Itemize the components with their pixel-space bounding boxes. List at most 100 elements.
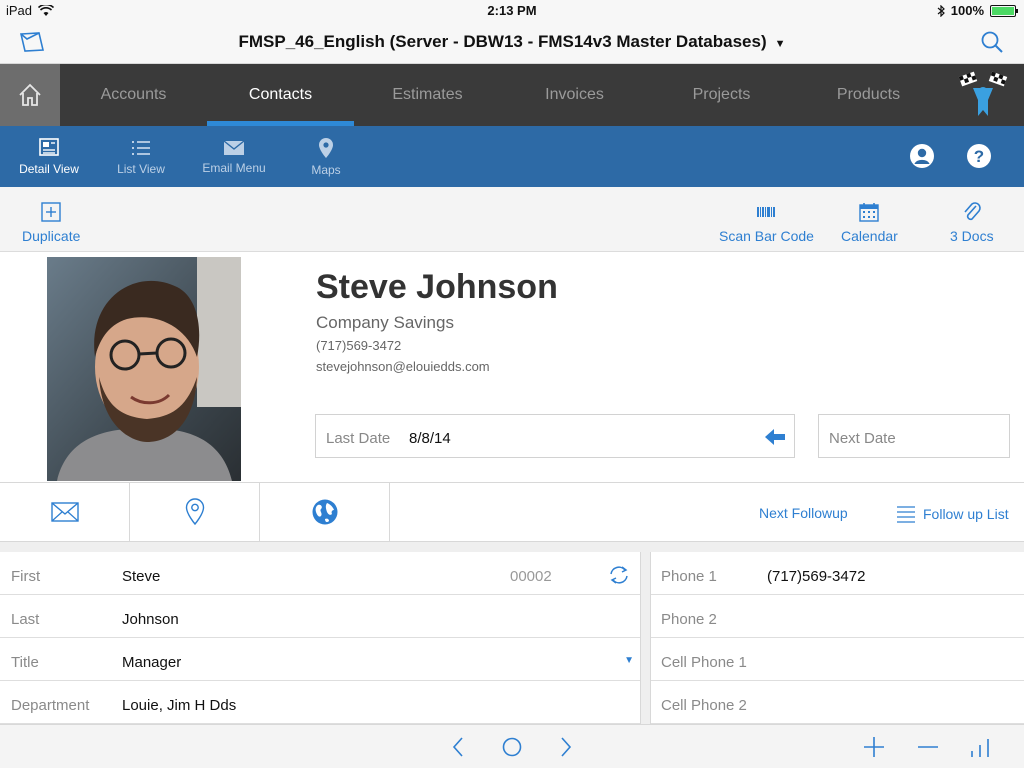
field-value[interactable]: Manager [122,654,181,671]
phone-1-field[interactable]: Phone 1 (717)569-3472 [651,552,1024,595]
chevron-down-icon: ▼ [774,38,786,50]
last-date-label: Last Date [326,430,391,447]
globe-icon [312,499,337,525]
calendar-label: Calendar [841,228,898,244]
bottom-toolbar [0,724,1024,768]
database-title: FMSP_46_English (Server - DBW13 - FMS14v… [238,32,767,51]
duplicate-button[interactable]: Duplicate [22,201,80,244]
next-record-icon[interactable] [558,735,574,764]
followup-list-button[interactable]: Follow up List [897,505,1009,523]
previous-record-icon[interactable] [450,735,466,764]
map-pin-icon [319,137,333,158]
tab-products[interactable]: Products [795,64,942,126]
detail-view-button[interactable]: Detail View [4,126,94,187]
home-icon [19,83,41,106]
department-field[interactable]: Department Louie, Jim H Dds [0,680,640,724]
refresh-icon[interactable] [608,565,630,590]
search-icon[interactable] [980,30,1004,59]
paperclip-icon [964,202,981,221]
docs-button[interactable]: 3 Docs [950,201,994,244]
home-button[interactable] [0,64,60,126]
name-fields-panel: First Steve 00002 Last Johnson Title Man… [0,552,641,724]
show-map-button[interactable] [130,483,260,541]
section-divider [0,542,1024,552]
svg-text:?: ? [974,147,984,166]
duplicate-icon [41,202,61,222]
contact-photo[interactable] [47,257,241,481]
email-menu-label: Email Menu [202,160,266,175]
field-label: Cell Phone 1 [661,654,747,671]
calendar-button[interactable]: Calendar [841,201,898,244]
record-id: 00002 [510,568,552,585]
calendar-icon [859,203,880,222]
avatar [47,257,241,481]
field-label: Title [11,654,39,671]
field-value[interactable]: Steve [122,568,160,585]
tab-estimates[interactable]: Estimates [354,64,501,126]
tab-invoices[interactable]: Invoices [501,64,648,126]
maps-label: Maps [311,162,341,177]
list-icon [897,506,915,523]
view-toolbar: Detail View List View Email Menu Maps ? [0,126,1024,187]
detail-view-label: Detail View [19,161,79,176]
envelope-icon [223,139,245,155]
chart-bars-icon[interactable] [968,735,992,764]
title-bar: FMSP_46_English (Server - DBW13 - FMS14v… [0,22,1024,64]
cell-phone-2-field[interactable]: Cell Phone 2 [651,680,1024,724]
phone-2-field[interactable]: Phone 2 [651,594,1024,638]
action-bar: Duplicate Scan Bar Code Calendar 3 Docs [0,187,1024,252]
last-date-field[interactable]: Last Date 8/8/14 [315,414,795,458]
battery-icon [990,4,1018,17]
duplicate-label: Duplicate [22,228,81,244]
battery-percent: 100% [950,3,984,18]
last-name-field[interactable]: Last Johnson [0,594,640,638]
field-value[interactable]: Johnson [122,611,179,628]
quick-actions-row: Next Followup Follow up List [0,482,1024,542]
list-view-button[interactable]: List View [96,126,186,187]
help-icon[interactable]: ? [966,143,992,169]
module-nav: Accounts Contacts Estimates Invoices Pro… [0,64,1024,126]
field-value[interactable]: Louie, Jim H Dds [122,697,236,714]
next-date-label: Next Date [829,430,896,447]
envelope-icon [50,502,79,522]
title-field[interactable]: Title Manager ▼ [0,637,640,681]
list-view-icon [132,140,150,155]
new-record-icon[interactable] [862,735,886,764]
contact-name: Steve Johnson [316,268,558,306]
dropdown-arrow-icon[interactable]: ▼ [624,655,634,666]
field-label: First [11,568,41,585]
map-pin-icon [185,498,204,526]
followup-list-label: Follow up List [923,506,1009,522]
delete-record-icon[interactable] [916,735,940,764]
next-date-field[interactable]: Next Date [818,414,1010,458]
brand-logo-icon [956,70,1010,125]
contact-email[interactable]: stevejohnson@elouiedds.com [316,359,490,374]
arrow-left-icon[interactable] [764,428,786,451]
email-menu-button[interactable]: Email Menu [189,126,279,187]
user-profile-icon[interactable] [909,143,935,169]
last-date-value: 8/8/14 [409,430,451,447]
next-followup-link[interactable]: Next Followup [759,505,848,521]
database-title-button[interactable]: FMSP_46_English (Server - DBW13 - FMS14v… [0,32,1024,52]
scan-bar-code-button[interactable]: Scan Bar Code [719,201,814,244]
tab-accounts[interactable]: Accounts [60,64,207,126]
list-view-label: List View [117,161,165,176]
contact-phone[interactable]: (717)569-3472 [316,338,401,353]
cell-phone-1-field[interactable]: Cell Phone 1 [651,637,1024,681]
phone-fields-panel: Phone 1 (717)569-3472 Phone 2 Cell Phone… [650,552,1024,724]
detail-view-icon [39,137,59,156]
field-label: Phone 2 [661,611,717,628]
record-browser-icon[interactable] [500,735,524,764]
tab-projects[interactable]: Projects [648,64,795,126]
maps-button[interactable]: Maps [281,126,371,187]
send-email-button[interactable] [0,483,130,541]
field-value[interactable]: (717)569-3472 [767,568,865,585]
contact-company[interactable]: Company Savings [316,313,454,333]
field-label: Phone 1 [661,568,717,585]
status-time: 2:13 PM [487,3,537,18]
open-website-button[interactable] [260,483,390,541]
tab-contacts[interactable]: Contacts [207,64,354,126]
field-label: Cell Phone 2 [661,697,747,714]
first-name-field[interactable]: First Steve 00002 [0,552,640,595]
docs-label: 3 Docs [950,228,994,244]
